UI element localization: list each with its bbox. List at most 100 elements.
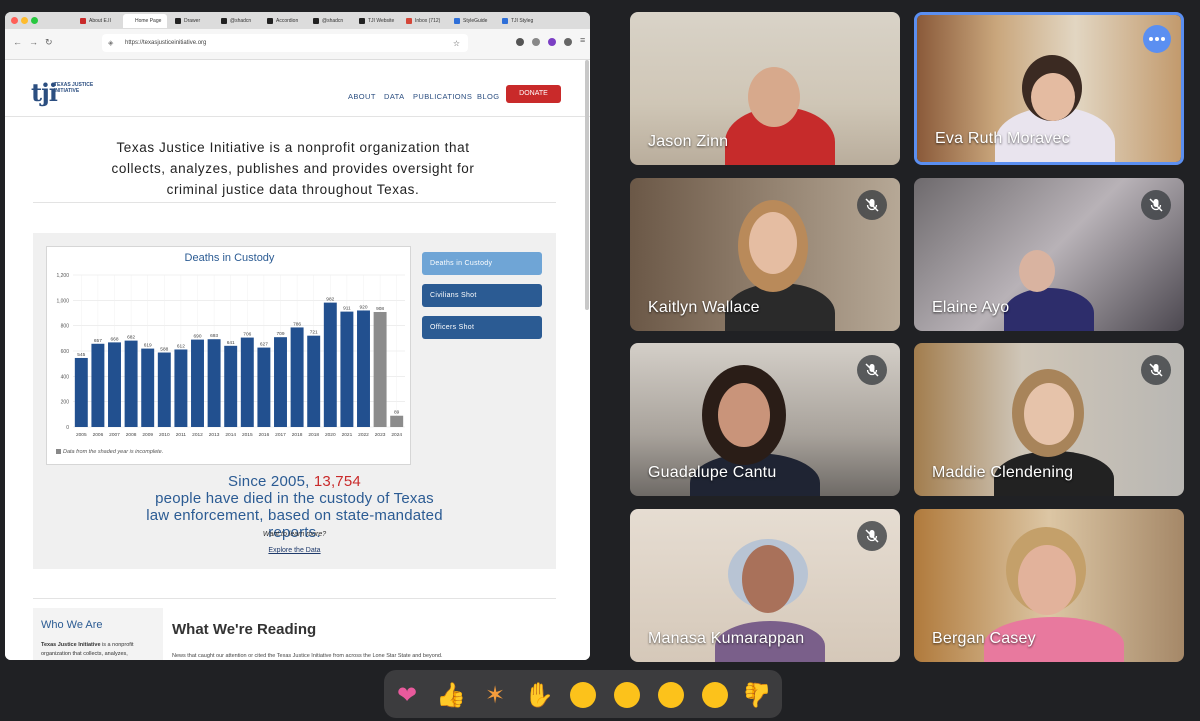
officers-shot-button[interactable]: Officers Shot bbox=[422, 316, 542, 339]
crying-icon[interactable] bbox=[658, 682, 684, 708]
close-window-icon[interactable] bbox=[11, 17, 18, 24]
reload-icon[interactable]: ↻ bbox=[45, 37, 53, 48]
participant-video bbox=[1031, 73, 1075, 121]
sparkling-heart-icon[interactable]: ❤ bbox=[392, 680, 422, 710]
x-tick-label: 2014 bbox=[225, 432, 236, 438]
bar-value-label: 545 bbox=[77, 352, 85, 358]
nav-about[interactable]: ABOUT bbox=[348, 92, 376, 101]
tji-logo[interactable]: tji bbox=[31, 78, 58, 107]
civilians-shot-button[interactable]: Civilians Shot bbox=[422, 284, 542, 307]
minimize-window-icon[interactable] bbox=[21, 17, 28, 24]
browser-tab[interactable]: TJI Website bbox=[356, 14, 400, 28]
forward-icon[interactable]: → bbox=[29, 37, 38, 47]
muted-mic-icon bbox=[857, 355, 887, 385]
who-we-are-box: Who We Are Texas Justice Initiative is a… bbox=[33, 608, 163, 660]
participant-video bbox=[1018, 545, 1076, 615]
x-tick-label: 2012 bbox=[192, 432, 203, 438]
browser-tab[interactable]: Drawer bbox=[172, 14, 212, 28]
participant-tile[interactable]: Maddie Clendening bbox=[914, 343, 1184, 496]
data-panel: Deaths in Custody 0 200 400 600 800 1,000 1,20… bbox=[33, 233, 556, 569]
chart-bar bbox=[124, 340, 138, 427]
extension-icon[interactable] bbox=[532, 38, 540, 46]
participant-tile[interactable]: Kaitlyn Wallace bbox=[630, 178, 900, 331]
extension-icon[interactable] bbox=[516, 38, 524, 46]
back-icon[interactable]: ← bbox=[13, 37, 22, 47]
chart-bar bbox=[323, 302, 337, 427]
chart-bar bbox=[357, 310, 370, 427]
chart-bar bbox=[91, 343, 105, 427]
browser-tab[interactable]: StyleGuide bbox=[451, 14, 497, 28]
chart-bar bbox=[290, 327, 304, 427]
browser-tab[interactable]: About E.II bbox=[77, 14, 121, 28]
participant-tile[interactable]: Guadalupe Cantu bbox=[630, 343, 900, 496]
x-tick-label: 2024 bbox=[391, 432, 402, 438]
participant-name: Elaine Ayo bbox=[932, 299, 1010, 316]
x-tick-label: 2018 bbox=[292, 432, 303, 438]
thumbs-up-icon[interactable]: 👍 bbox=[436, 680, 466, 710]
incomplete-swatch bbox=[56, 449, 61, 454]
browser-tab-active[interactable]: Home Page bbox=[123, 14, 167, 28]
muted-mic-icon bbox=[1141, 190, 1171, 220]
bar-value-label: 908 bbox=[376, 306, 384, 312]
bar-value-label: 619 bbox=[144, 343, 152, 349]
tears-of-joy-icon[interactable] bbox=[570, 682, 596, 708]
deaths-in-custody-button[interactable]: Deaths in Custody bbox=[422, 252, 542, 275]
nav-blog[interactable]: BLOG bbox=[477, 92, 499, 101]
nav-publications[interactable]: PUBLICATIONS bbox=[413, 92, 472, 101]
clapping-hands-icon[interactable]: ✋ bbox=[524, 680, 554, 710]
bar-value-label: 709 bbox=[276, 331, 284, 337]
who-we-are-text: Texas Justice Initiative is a nonprofit … bbox=[41, 642, 134, 657]
explore-data-link[interactable]: Explore the Data bbox=[33, 547, 556, 554]
bar-value-label: 657 bbox=[94, 338, 102, 344]
who-we-are-heading: Who We Are bbox=[41, 619, 103, 631]
x-tick-label: 2013 bbox=[209, 432, 220, 438]
y-tick-label: 1,200 bbox=[56, 273, 69, 279]
chart-bar bbox=[240, 337, 254, 427]
maximize-window-icon[interactable] bbox=[31, 17, 38, 24]
browser-tab-bar: About E.II Home Page Drawer @shadcn Acco… bbox=[5, 12, 590, 29]
x-tick-label: 2007 bbox=[109, 432, 120, 438]
party-popper-icon[interactable]: ✶ bbox=[480, 680, 510, 710]
thinking-icon[interactable] bbox=[702, 682, 728, 708]
participant-video bbox=[718, 383, 770, 447]
intro-text: Texas Justice Initiative is a nonprofit … bbox=[111, 140, 475, 197]
menu-icon[interactable]: ≡ bbox=[580, 35, 585, 45]
bookmark-star-icon[interactable]: ☆ bbox=[453, 39, 460, 48]
browser-tab[interactable]: Accordion bbox=[264, 14, 304, 28]
y-tick-label: 600 bbox=[61, 349, 70, 355]
participant-tile[interactable]: Manasa Kumarappan bbox=[630, 509, 900, 662]
reaction-bar: ❤ 👍 ✶ ✋ 👍 bbox=[384, 670, 782, 718]
browser-tab[interactable]: @shadcn bbox=[218, 14, 258, 28]
browser-tab[interactable]: TJI Styleg bbox=[499, 14, 539, 28]
surprised-icon[interactable] bbox=[614, 682, 640, 708]
donate-button[interactable]: DONATE bbox=[506, 85, 561, 103]
x-tick-label: 2009 bbox=[142, 432, 153, 438]
x-tick-label: 2011 bbox=[176, 432, 187, 438]
participant-name: Maddie Clendening bbox=[932, 464, 1074, 481]
bar-value-label: 693 bbox=[210, 333, 218, 339]
chart-bar bbox=[157, 352, 171, 427]
bar-value-label: 668 bbox=[110, 336, 118, 342]
muted-mic-icon bbox=[1141, 355, 1171, 385]
participant-name: Kaitlyn Wallace bbox=[648, 299, 760, 316]
url-field[interactable]: ◈ https://texasjusticeinitiative.org ☆ bbox=[102, 34, 468, 52]
y-tick-label: 200 bbox=[61, 400, 70, 406]
more-options-button[interactable] bbox=[1143, 25, 1171, 53]
chart-bar bbox=[340, 311, 354, 427]
participant-tile[interactable]: Jason Zinn bbox=[630, 12, 900, 165]
page-scrollbar[interactable] bbox=[585, 60, 589, 310]
participant-tile[interactable]: Bergan Casey bbox=[914, 509, 1184, 662]
x-tick-label: 2008 bbox=[126, 432, 137, 438]
extension-icon[interactable] bbox=[548, 38, 556, 46]
browser-tab[interactable]: @shadcn bbox=[310, 14, 350, 28]
participant-video bbox=[1019, 250, 1055, 292]
website-content: tji TEXAS JUSTICE INITIATIVE ABOUT DATA … bbox=[5, 60, 590, 660]
thumbs-down-icon[interactable]: 👍 bbox=[742, 680, 772, 710]
browser-tab[interactable]: Inbox (712) bbox=[403, 14, 447, 28]
nav-data[interactable]: DATA bbox=[384, 92, 405, 101]
chart-bar bbox=[390, 415, 404, 427]
bar-value-label: 786 bbox=[293, 321, 301, 327]
participant-tile-speaking[interactable]: Eva Ruth Moravec bbox=[914, 12, 1184, 165]
extensions-puzzle-icon[interactable] bbox=[564, 38, 572, 46]
participant-tile[interactable]: Elaine Ayo bbox=[914, 178, 1184, 331]
